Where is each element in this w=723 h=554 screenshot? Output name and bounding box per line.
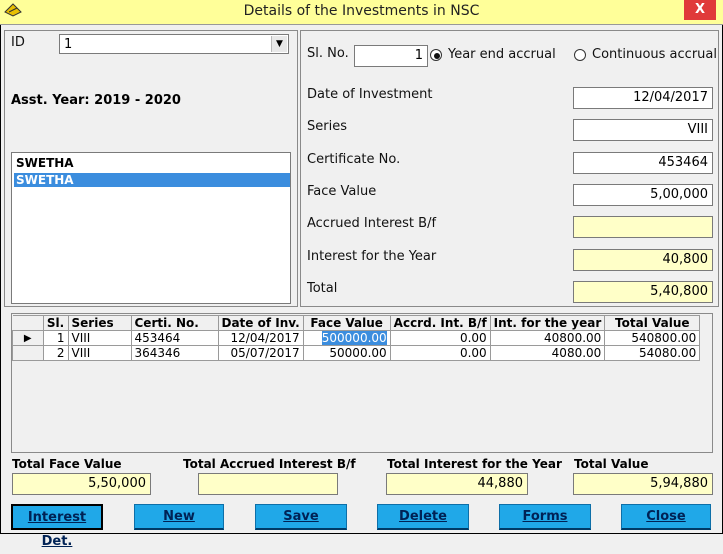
window-title: Details of the Investments in NSC	[243, 3, 480, 19]
column-header[interactable]: Series	[67, 315, 132, 331]
total-face-value-field: 5,50,000	[12, 473, 151, 495]
accrued-interest-label: Accrued Interest B/f	[307, 216, 437, 231]
list-item[interactable]: SWETHA	[14, 156, 290, 170]
certificate-field[interactable]: 453464	[573, 152, 713, 174]
total-accrued-interest-field	[198, 473, 338, 495]
total-interest-year-field: 44,880	[386, 473, 528, 495]
close-button[interactable]: Close	[621, 504, 711, 530]
total-value-label: Total Value	[574, 457, 649, 471]
table-cell[interactable]: VIII	[67, 330, 132, 346]
close-window-button[interactable]: X	[684, 0, 716, 20]
id-dropdown-value: 1	[64, 37, 73, 52]
name-list[interactable]: SWETHA SWETHA	[11, 152, 291, 304]
column-header[interactable]: Sl.	[42, 315, 69, 331]
year-end-accrual-radio[interactable]	[430, 49, 442, 61]
close-icon: X	[694, 2, 706, 17]
total-value-field: 5,94,880	[573, 473, 713, 495]
table-cell[interactable]: 453464	[130, 330, 219, 346]
table-cell[interactable]: 4080.00	[489, 345, 606, 361]
column-header[interactable]: Date of Inv.	[217, 315, 304, 331]
table-cell[interactable]: 364346	[130, 345, 219, 361]
total-interest-year-label: Total Interest for the Year	[387, 457, 562, 471]
forms-button[interactable]: Forms	[499, 504, 591, 530]
table-cell[interactable]: 0.00	[389, 345, 491, 361]
table-cell[interactable]: 54080.00	[604, 345, 701, 361]
continuous-accrual-radio[interactable]	[574, 49, 586, 61]
table-row[interactable]: 2 VIII 364346 05/07/2017 50000.00 0.00 4…	[12, 345, 701, 361]
date-field[interactable]: 12/04/2017	[573, 87, 713, 109]
column-header[interactable]: Total Value	[604, 315, 701, 331]
table-cell[interactable]: 0.00	[389, 330, 491, 346]
table-cell[interactable]: 05/07/2017	[217, 345, 304, 361]
column-header[interactable]: Int. for the year	[489, 315, 606, 331]
new-button[interactable]: New	[134, 504, 224, 530]
delete-button[interactable]: Delete	[377, 504, 469, 530]
series-field[interactable]: VIII	[573, 119, 713, 141]
column-header[interactable]: Accrd. Int. B/f	[389, 315, 491, 331]
face-value-label: Face Value	[307, 184, 377, 199]
total-field: 5,40,800	[573, 281, 713, 303]
face-value-field[interactable]: 5,00,000	[573, 184, 713, 206]
column-header[interactable]: Certi. No.	[130, 315, 219, 331]
table-cell[interactable]: 12/04/2017	[217, 330, 304, 346]
table-cell[interactable]: 1	[42, 330, 69, 346]
table-cell[interactable]: VIII	[67, 345, 132, 361]
continuous-accrual-label: Continuous accrual	[592, 47, 717, 62]
id-dropdown[interactable]: 1 ▼	[59, 34, 289, 54]
certificate-label: Certificate No.	[307, 152, 401, 167]
selected-cell-text: 500000.00	[321, 331, 387, 345]
table-cell[interactable]: 40800.00	[489, 330, 606, 346]
assessment-year: Asst. Year: 2019 - 2020	[11, 93, 181, 108]
row-selector[interactable]	[12, 345, 44, 361]
year-end-accrual-label: Year end accrual	[448, 47, 556, 62]
row-selector-header	[12, 315, 44, 331]
total-label: Total	[307, 281, 338, 296]
total-accrued-interest-label: Total Accrued Interest B/f	[183, 457, 356, 471]
list-item-selected[interactable]: SWETHA	[14, 173, 290, 187]
table-cell[interactable]: 2	[42, 345, 69, 361]
id-label: ID	[11, 35, 25, 50]
chevron-down-icon[interactable]: ▼	[271, 36, 287, 52]
slno-label: Sl. No.	[307, 46, 349, 61]
interest-year-field: 40,800	[573, 249, 713, 271]
table-cell[interactable]: 50000.00	[302, 345, 391, 361]
date-label: Date of Investment	[307, 87, 433, 102]
column-header[interactable]: Face Value	[302, 315, 391, 331]
table-header-row: Sl. Series Certi. No. Date of Inv. Face …	[12, 315, 701, 331]
table-cell[interactable]: 540800.00	[604, 330, 701, 346]
investments-table: Sl. Series Certi. No. Date of Inv. Face …	[12, 315, 701, 361]
interest-details-button[interactable]: Interest Det.	[11, 504, 103, 549]
table-row[interactable]: ▶ 1 VIII 453464 12/04/2017 500000.00 0.0…	[12, 330, 701, 346]
table-cell-selected[interactable]: 500000.00	[302, 330, 391, 346]
series-label: Series	[307, 119, 347, 134]
interest-year-label: Interest for the Year	[307, 249, 437, 264]
save-button[interactable]: Save	[255, 504, 347, 530]
accrued-interest-field[interactable]	[573, 216, 713, 238]
slno-field[interactable]: 1	[354, 45, 428, 67]
current-row-pointer-icon: ▶	[12, 330, 44, 346]
total-face-value-label: Total Face Value	[12, 457, 122, 471]
